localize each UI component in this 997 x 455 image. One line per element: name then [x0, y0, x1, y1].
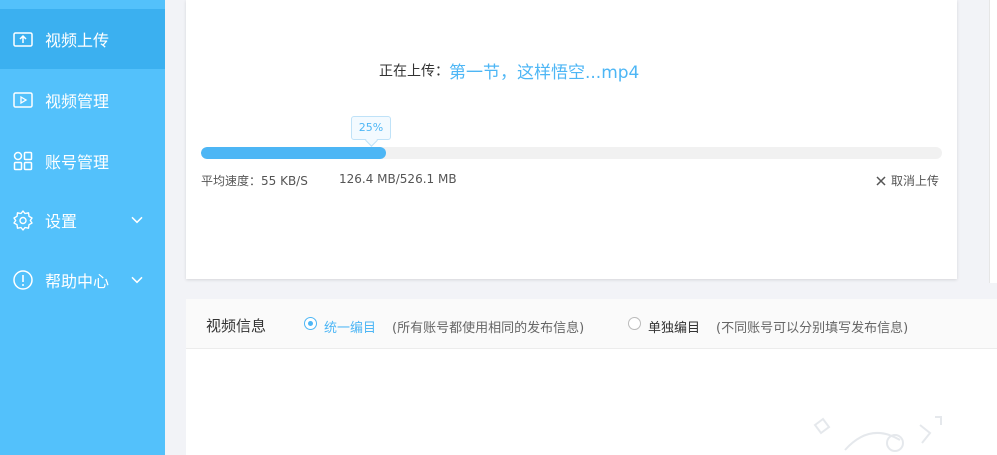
chevron-down-icon	[131, 276, 143, 284]
upload-status: 正在上传：第一节，这样悟空...mp4	[379, 58, 639, 83]
sidebar-item-settings[interactable]: 设置	[0, 190, 165, 250]
upload-size: 126.4 MB/526.1 MB	[339, 172, 457, 186]
video-info-title: 视频信息	[206, 317, 267, 335]
gear-icon	[13, 210, 33, 231]
video-manage-icon	[13, 92, 33, 108]
cancel-upload-label: 取消上传	[891, 174, 940, 188]
sidebar-item-label: 帮助中心	[45, 272, 110, 291]
upload-card	[186, 0, 957, 279]
background-watermark-illustration	[813, 416, 942, 452]
sidebar-item-label: 视频上传	[45, 31, 110, 50]
sidebar-item-account-manage[interactable]: 账号管理	[0, 131, 165, 191]
radio-unified-catalog-label[interactable]: 统一编目	[324, 317, 376, 336]
sidebar-item-label: 视频管理	[45, 92, 110, 111]
radio-separate-catalog-desc: (不同账号可以分别填写发布信息)	[716, 321, 909, 336]
close-icon	[876, 175, 886, 186]
sidebar-item-video-upload[interactable]: 视频上传	[0, 9, 165, 69]
sidebar-item-video-manage[interactable]: 视频管理	[0, 70, 165, 130]
upload-filename: 第一节，这样悟空...mp4	[449, 63, 640, 83]
upload-speed: 平均速度：55 KB/S	[201, 174, 308, 188]
radio-separate-catalog-label[interactable]: 单独编目	[648, 317, 700, 336]
sidebar-item-label: 账号管理	[45, 153, 110, 172]
progress-percent-badge: 25%	[351, 116, 391, 140]
cancel-upload-button[interactable]: 取消上传	[876, 172, 939, 189]
video-info-header: 视频信息 统一编目 (所有账号都使用相同的发布信息) 单独编目 (不同账号可以分…	[186, 299, 997, 349]
account-grid-icon	[13, 151, 33, 171]
radio-unified-catalog-desc: (所有账号都使用相同的发布信息)	[392, 321, 585, 336]
progress-bar	[201, 147, 942, 159]
adjacent-panel-edge	[989, 0, 997, 283]
sidebar-item-help-center[interactable]: 帮助中心	[0, 250, 165, 310]
info-circle-icon	[13, 270, 33, 290]
radio-separate-catalog[interactable]	[628, 317, 641, 330]
sidebar: 视频上传 视频管理 账号管理 设置 帮助中心	[0, 0, 165, 455]
sidebar-item-label: 设置	[45, 212, 78, 231]
video-upload-icon	[13, 32, 33, 47]
progress-fill	[201, 147, 387, 159]
uploading-prefix: 正在上传：	[379, 63, 449, 80]
radio-unified-catalog[interactable]	[304, 317, 317, 330]
chevron-down-icon	[131, 216, 143, 224]
